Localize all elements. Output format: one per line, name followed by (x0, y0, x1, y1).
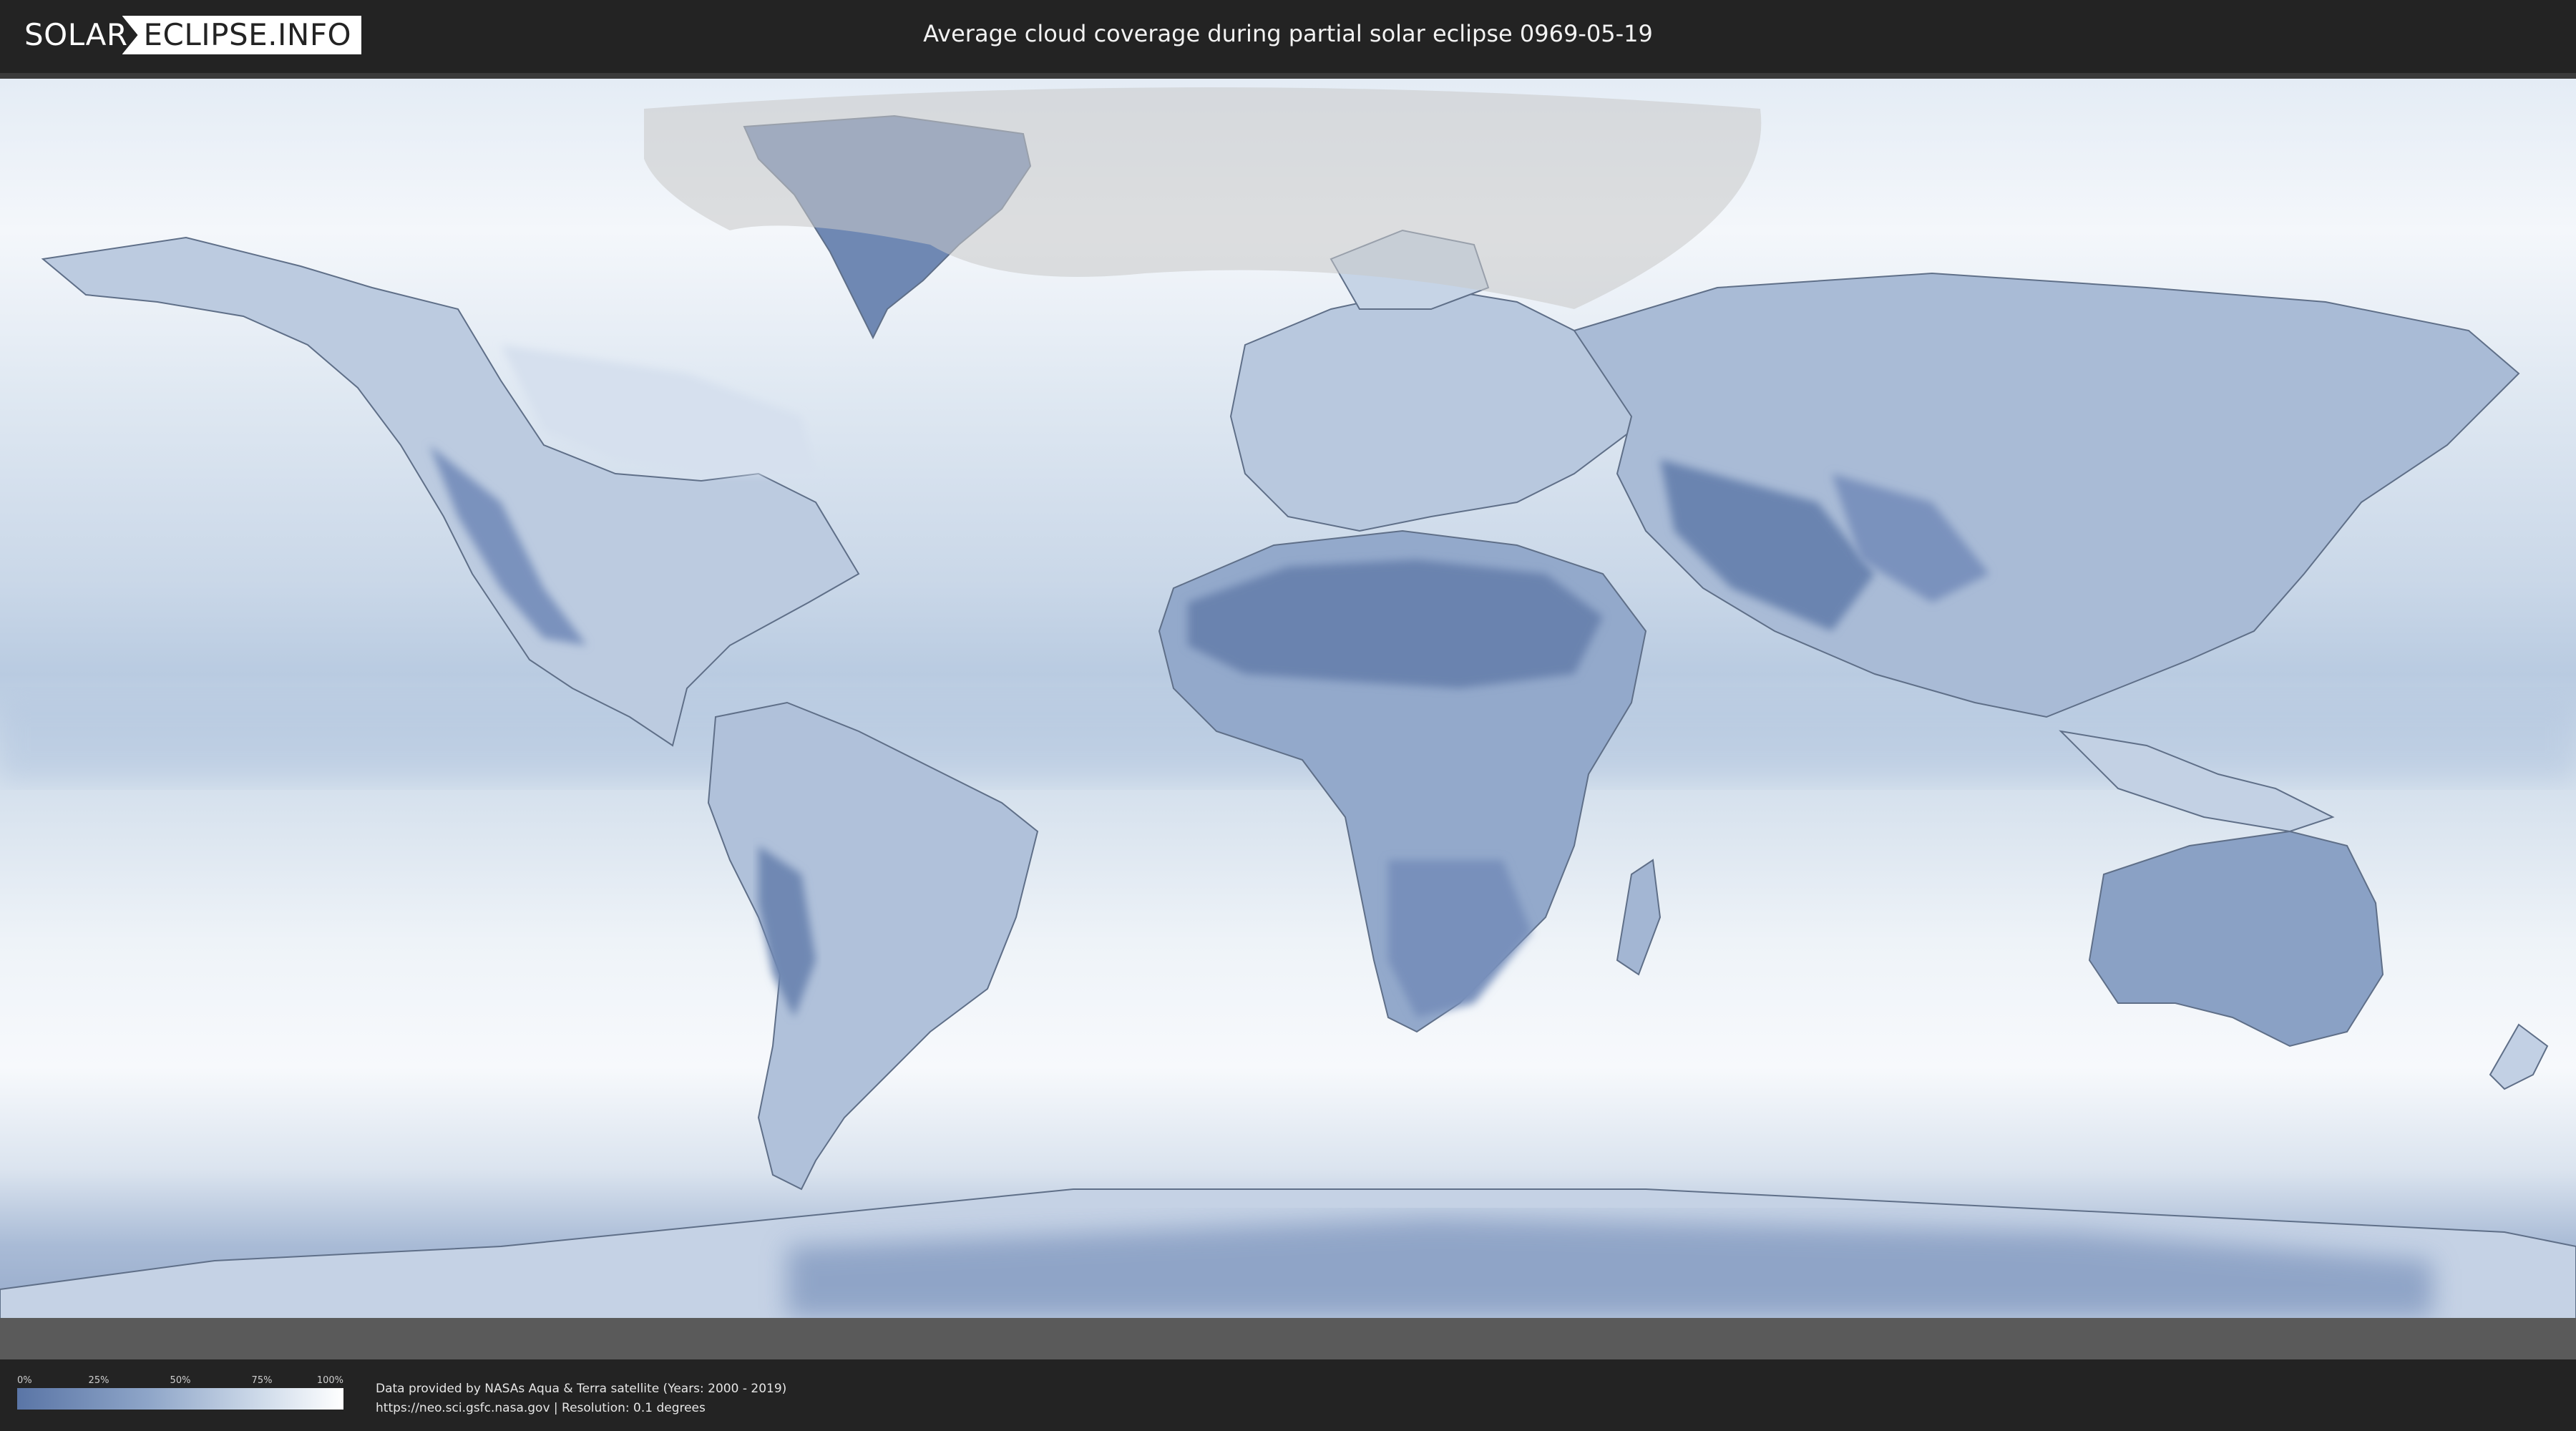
credit-line-url[interactable]: https://neo.sci.gsfc.nasa.gov | Resoluti… (376, 1399, 786, 1418)
legend-tick-0: 0% (17, 1375, 32, 1386)
legend-tick-100: 100% (316, 1375, 343, 1386)
data-credits: Data provided by NASAs Aqua & Terra sate… (376, 1379, 786, 1418)
cloud-coverage-map (0, 73, 2576, 1359)
legend-tick-row: 0% 25% 50% 75% 100% (17, 1375, 343, 1388)
world-map (0, 79, 2576, 1359)
page-title: Average cloud coverage during partial so… (923, 20, 1653, 47)
map-bottom-edge (0, 1318, 2576, 1359)
cloud-coverage-legend: 0% 25% 50% 75% 100% (17, 1375, 343, 1410)
legend-tick-75: 75% (251, 1375, 273, 1386)
legend-color-bar (17, 1388, 343, 1410)
credit-line-source: Data provided by NASAs Aqua & Terra sate… (376, 1382, 787, 1396)
header-bar: SOLAR ECLIPSE.INFO Average cloud coverag… (0, 0, 2576, 73)
legend-tick-50: 50% (170, 1375, 191, 1386)
legend-tick-25: 25% (88, 1375, 109, 1386)
footer-bar: 0% 25% 50% 75% 100% Data provided by NAS… (0, 1359, 2576, 1431)
